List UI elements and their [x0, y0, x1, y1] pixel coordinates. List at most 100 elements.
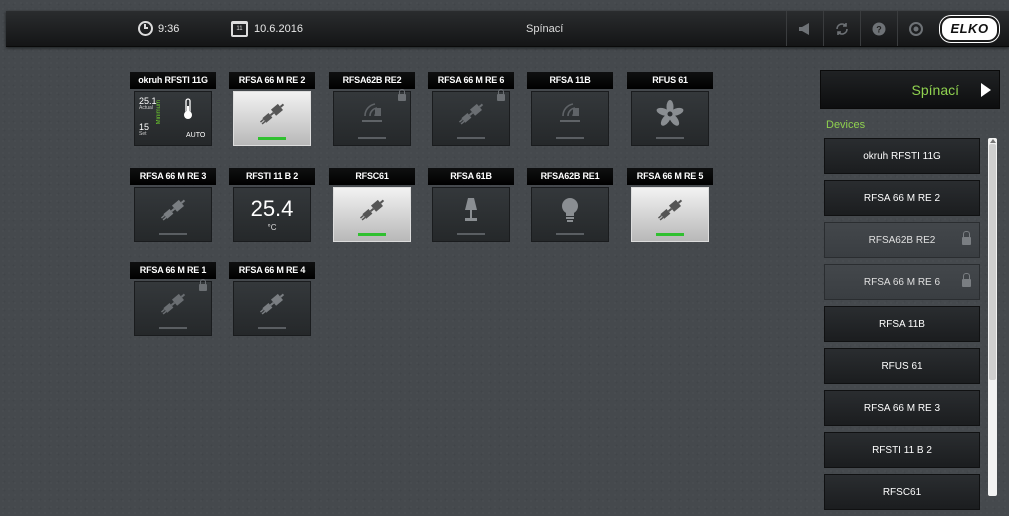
- switch-button[interactable]: [432, 89, 510, 146]
- switch-button[interactable]: [233, 91, 311, 146]
- page-title: Spínací: [526, 22, 564, 35]
- plug-icon: [458, 103, 484, 125]
- device-sidebar: Spínací Devices okruh RFSTI 11G RFSA 66 …: [820, 70, 1000, 510]
- switch-button[interactable]: [631, 91, 709, 146]
- device-item[interactable]: RFSA 66 M RE 3: [824, 390, 980, 426]
- device-label: okruh RFSTI 11G: [863, 150, 941, 162]
- tile-rfsa-66-m-re-3[interactable]: RFSA 66 M RE 3: [130, 168, 216, 242]
- set-label: Set: [139, 131, 147, 137]
- device-item[interactable]: RFSTI 11 B 2: [824, 432, 980, 468]
- date: 11 10.6.2016: [231, 11, 303, 46]
- state-indicator: [556, 137, 584, 139]
- device-label: RFSA 11B: [879, 318, 925, 330]
- tile-rfsa-61b[interactable]: RFSA 61B: [428, 168, 514, 242]
- sidebar-scrollbar[interactable]: [988, 138, 997, 496]
- state-indicator: [258, 327, 286, 329]
- calendar-icon: 11: [231, 20, 248, 37]
- clock-time: 9:36: [158, 22, 180, 35]
- device-label: RFSA 66 M RE 2: [863, 192, 941, 204]
- state-indicator: [258, 137, 286, 140]
- switch-button[interactable]: [333, 89, 411, 146]
- tile-rfsa-66-m-re-5[interactable]: RFSA 66 M RE 5: [627, 168, 713, 242]
- tile-title: RFSC61: [329, 168, 415, 185]
- tile-rfsa-66-m-re-6[interactable]: RFSA 66 M RE 6: [428, 72, 514, 146]
- tile-rfsa62b-re2[interactable]: RFSA62B RE2: [329, 72, 415, 146]
- scroll-up-icon[interactable]: [990, 139, 996, 143]
- sidebar-header[interactable]: Spínací: [820, 70, 1000, 109]
- switch-button[interactable]: [333, 187, 411, 242]
- tile-rfsa-11b[interactable]: RFSA 11B: [527, 72, 613, 146]
- temperature-value: 25.4: [250, 196, 294, 221]
- plug-icon: [259, 103, 285, 125]
- device-item[interactable]: RFSA62B RE2: [824, 222, 980, 258]
- fan-icon: [656, 100, 684, 126]
- tile-title: RFSA 66 M RE 4: [229, 262, 315, 279]
- state-indicator: [556, 233, 584, 235]
- state-indicator: [656, 233, 684, 236]
- tile-title: RFSA 66 M RE 5: [627, 168, 713, 185]
- play-arrow-icon[interactable]: [981, 82, 991, 97]
- tile-rfsa-66-m-re-4[interactable]: RFSA 66 M RE 4: [229, 262, 315, 336]
- device-item[interactable]: RFSC61: [824, 474, 980, 510]
- lock-icon: [962, 231, 971, 245]
- megaphone-icon: [799, 22, 809, 35]
- tile-okruh-rfsti-11g[interactable]: okruh RFSTI 11G 25.1 Actual 15 Set Minim…: [130, 72, 216, 146]
- refresh-button[interactable]: [823, 11, 860, 46]
- device-label: RFUS 61: [881, 360, 923, 372]
- actual-label: Actual: [139, 105, 153, 111]
- svg-text:?: ?: [876, 24, 882, 34]
- tile-title: RFSA 66 M RE 3: [130, 168, 216, 185]
- settings-button[interactable]: [897, 11, 934, 46]
- state-indicator: [358, 233, 386, 236]
- device-item[interactable]: okruh RFSTI 11G: [824, 138, 980, 174]
- plug-icon: [359, 199, 385, 221]
- tile-rfsa-66-m-re-1[interactable]: RFSA 66 M RE 1: [130, 262, 216, 336]
- plug-icon: [259, 293, 285, 315]
- switch-button[interactable]: [233, 281, 311, 336]
- device-item[interactable]: RFSA 66 M RE 6: [824, 264, 980, 300]
- tile-rfus-61[interactable]: RFUS 61: [627, 72, 713, 146]
- device-item[interactable]: RFSA 66 M RE 2: [824, 180, 980, 216]
- tile-title: RFSA 66 M RE 1: [130, 262, 216, 279]
- date-text: 10.6.2016: [254, 22, 303, 35]
- bulb-icon: [562, 198, 578, 222]
- tile-title: RFUS 61: [627, 72, 713, 89]
- tile-title: RFSA62B RE2: [329, 72, 415, 89]
- state-indicator: [358, 137, 386, 139]
- state-indicator: [656, 137, 684, 139]
- clock: 9:36: [138, 11, 179, 46]
- plug-icon: [160, 199, 186, 221]
- plug-icon: [160, 293, 186, 315]
- signal-icon: [560, 103, 580, 122]
- clock-icon: [138, 21, 153, 36]
- temperature-unit: °C: [267, 223, 277, 232]
- tile-rfsa62b-re1[interactable]: RFSA62B RE1: [527, 168, 613, 242]
- top-bar: 9:36 11 10.6.2016 Spínací ? ELKO: [6, 11, 1009, 47]
- settings-icon: [909, 21, 923, 36]
- temperature-panel[interactable]: 25.4 °C: [233, 187, 311, 242]
- tile-title: RFSA 11B: [527, 72, 613, 89]
- tile-rfsc61[interactable]: RFSC61: [329, 168, 415, 242]
- help-button[interactable]: ?: [860, 11, 897, 46]
- megaphone-button[interactable]: [786, 11, 823, 46]
- mode-value: AUTO: [186, 132, 206, 139]
- scrollbar-thumb[interactable]: [989, 144, 996, 380]
- elko-logo: ELKO: [940, 15, 999, 42]
- tile-title: RFSA62B RE1: [527, 168, 613, 185]
- tile-rfsa-66-m-re-2[interactable]: RFSA 66 M RE 2: [229, 72, 315, 146]
- devices-heading: Devices: [826, 119, 866, 131]
- switch-button[interactable]: [134, 187, 212, 242]
- device-item[interactable]: RFSA 11B: [824, 306, 980, 342]
- help-icon: ?: [872, 22, 886, 35]
- switch-button[interactable]: [134, 279, 212, 336]
- thermostat-panel[interactable]: 25.1 Actual 15 Set Minimum AUTO: [134, 91, 212, 146]
- thermometer-icon: [184, 98, 192, 119]
- switch-button[interactable]: [432, 187, 510, 242]
- device-item[interactable]: RFUS 61: [824, 348, 980, 384]
- device-label: RFSA62B RE2: [868, 234, 936, 246]
- tile-rfsti-11-b-2[interactable]: RFSTI 11 B 2 25.4 °C: [229, 168, 315, 242]
- tile-title: RFSA 61B: [428, 168, 514, 185]
- switch-button[interactable]: [531, 187, 609, 242]
- switch-button[interactable]: [531, 91, 609, 146]
- switch-button[interactable]: [631, 187, 709, 242]
